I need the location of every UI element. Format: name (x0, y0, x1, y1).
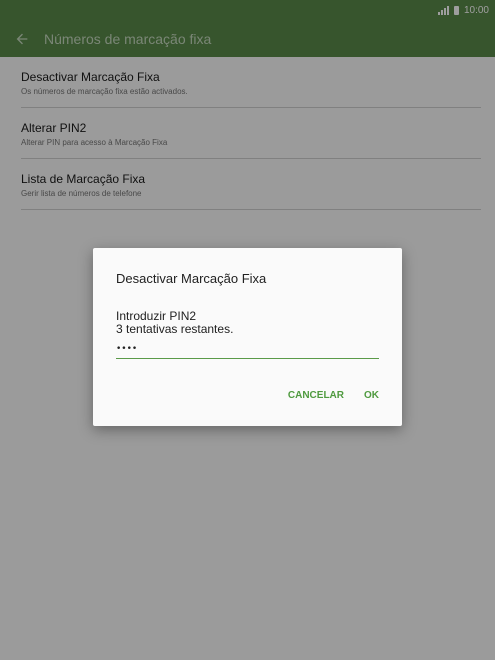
ok-button[interactable]: OK (364, 390, 379, 401)
dialog-message: Introduzir PIN2 3 tentativas restantes. (116, 310, 233, 336)
dialog-attempts-remaining: 3 tentativas restantes. (116, 322, 234, 336)
cancel-button[interactable]: CANCELAR (288, 390, 344, 401)
pin2-dialog: Desactivar Marcação Fixa Introduzir PIN2… (93, 248, 402, 426)
pin2-input[interactable] (116, 340, 379, 359)
dialog-title: Desactivar Marcação Fixa (116, 271, 267, 286)
dialog-actions: CANCELAR OK (288, 390, 379, 401)
